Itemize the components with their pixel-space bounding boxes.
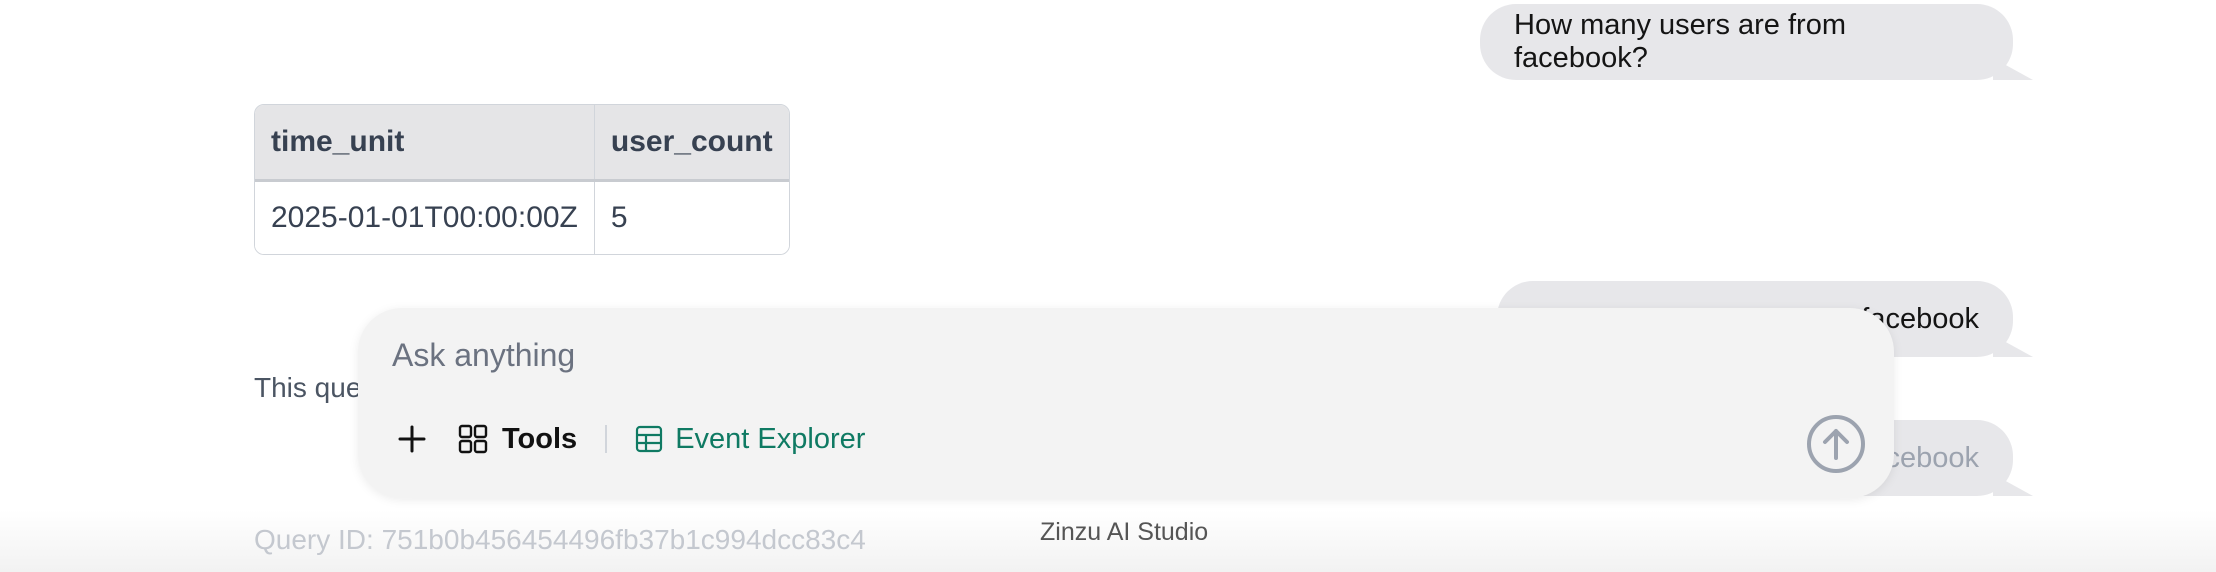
toolbar-divider <box>605 425 608 453</box>
table-cell: 5 <box>593 180 789 254</box>
tools-label: Tools <box>502 422 578 455</box>
query-result-table: time_unit user_count 2025-01-01T00:00:00… <box>254 104 790 255</box>
table-cell: 2025-01-01T00:00:00Z <box>255 180 595 254</box>
table-row: 2025-01-01T00:00:00Z 5 <box>255 180 789 254</box>
plus-icon <box>398 425 426 453</box>
column-header: time_unit <box>255 105 595 182</box>
tools-button[interactable]: Tools <box>458 423 577 456</box>
event-explorer-button[interactable]: Event Explorer <box>635 423 865 456</box>
footer-brand: Zinzu AI Studio <box>1040 518 1209 546</box>
table-icon <box>636 425 663 453</box>
arrow-up-circle-icon <box>1807 415 1865 473</box>
grid-icon <box>458 424 488 454</box>
add-attachment-button[interactable] <box>390 417 434 461</box>
chat-input[interactable] <box>390 336 1394 375</box>
assistant-response-text: This que <box>254 372 362 403</box>
event-explorer-label: Event Explorer <box>675 422 866 455</box>
chat-composer: Tools Event Explorer <box>358 308 1894 498</box>
user-message-bubble: How many users are from facebook? <box>1480 4 2013 80</box>
query-id: Query ID: 751b0b456454496fb37b1c994dcc83… <box>254 524 866 555</box>
send-button[interactable] <box>1806 414 1866 474</box>
column-header: user_count <box>593 105 789 182</box>
table-header-row: time_unit user_count <box>255 105 789 182</box>
user-message-text: cebook <box>1885 441 1979 474</box>
user-message-text: How many users are from facebook? <box>1514 9 1846 74</box>
composer-toolbar: Tools Event Explorer <box>390 414 865 464</box>
